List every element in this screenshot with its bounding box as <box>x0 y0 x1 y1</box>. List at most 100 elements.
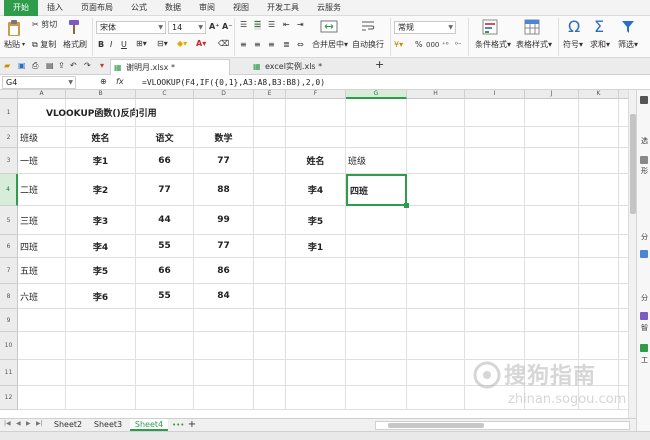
cell-e6[interactable] <box>254 235 286 258</box>
cell-b4[interactable]: 李2 <box>66 174 136 206</box>
cell-d5[interactable]: 99 <box>194 206 254 235</box>
sheet-tab-sheet4[interactable]: Sheet4 <box>130 419 168 431</box>
cell-b5[interactable]: 李3 <box>66 206 136 235</box>
merge-style-icon[interactable]: ⊟▾ <box>157 39 168 49</box>
font-color-icon[interactable]: A▾ <box>196 39 206 49</box>
row-header-3[interactable]: 3 <box>0 148 18 174</box>
cell-i9[interactable] <box>465 309 525 332</box>
export-icon[interactable]: ⇪ <box>58 61 65 71</box>
cell-f1[interactable] <box>286 99 346 127</box>
fx-button[interactable]: fx <box>116 77 124 87</box>
column-header-a[interactable]: A <box>18 90 66 99</box>
first-sheet-icon[interactable]: |◀ <box>4 420 11 427</box>
cell-i10[interactable] <box>465 332 525 360</box>
menu-tab-formulas[interactable]: 公式 <box>122 0 156 16</box>
more-sheets-icon[interactable]: ••• <box>172 419 184 431</box>
side-item-select[interactable]: 选 <box>638 136 650 146</box>
cell-l8[interactable] <box>619 284 628 309</box>
cell-k1[interactable] <box>579 99 619 127</box>
cell-c12[interactable] <box>136 386 194 410</box>
cell-l5[interactable] <box>619 206 628 235</box>
cell-h11[interactable] <box>407 360 465 386</box>
cell-b12[interactable] <box>66 386 136 410</box>
cell-e12[interactable] <box>254 386 286 410</box>
cut-button[interactable]: ✂ 剪切 <box>32 20 57 30</box>
menu-tab-insert[interactable]: 插入 <box>38 0 72 16</box>
formula-input[interactable]: =VLOOKUP(F4,IF({0,1},A3:A8,B3:B8),2,0) <box>142 76 325 89</box>
cell-i2[interactable] <box>465 127 525 148</box>
cell-l1[interactable] <box>619 99 628 127</box>
new-tab-button[interactable]: + <box>375 59 384 70</box>
column-header-b[interactable]: B <box>66 90 136 99</box>
format-painter-button[interactable]: 格式刷 <box>63 40 87 50</box>
cell-a8[interactable]: 六班 <box>18 284 66 309</box>
number-format-select[interactable]: 常规 ▼ <box>394 21 456 34</box>
cell-k12[interactable] <box>579 386 619 410</box>
cell-f6[interactable]: 李1 <box>286 235 346 258</box>
cell-e2[interactable] <box>254 127 286 148</box>
column-header-g[interactable]: G <box>346 90 407 99</box>
cell-d3[interactable]: 77 <box>194 148 254 174</box>
symbol-button[interactable]: 符号▾ <box>563 40 583 50</box>
doc-tab[interactable]: ▦ excel实例.xls * <box>250 59 370 75</box>
borders-icon[interactable]: ⊞▾ <box>136 39 147 49</box>
cell-h7[interactable] <box>407 258 465 284</box>
cell-i3[interactable] <box>465 148 525 174</box>
align-left-icon[interactable]: ≡ <box>240 40 247 50</box>
cell-g5[interactable] <box>346 206 407 235</box>
conditional-format-icon[interactable] <box>482 19 498 35</box>
cell-b7[interactable]: 李5 <box>66 258 136 284</box>
cell-h10[interactable] <box>407 332 465 360</box>
cell-g2[interactable] <box>346 127 407 148</box>
select-all-corner[interactable] <box>0 90 18 99</box>
row-header-4[interactable]: 4 <box>0 174 18 206</box>
copy-button[interactable]: ⧉ 复制 <box>32 40 56 50</box>
sum-button[interactable]: 求和▾ <box>590 40 610 50</box>
cell-g1[interactable] <box>346 99 407 127</box>
cell-c4[interactable]: 77 <box>136 174 194 206</box>
save-icon[interactable]: ▣ <box>18 61 26 71</box>
column-header-h[interactable]: H <box>407 90 465 99</box>
cell-j4[interactable] <box>525 174 579 206</box>
cell-a2[interactable]: 班级 <box>18 127 66 148</box>
cell-c8[interactable]: 55 <box>136 284 194 309</box>
shape-icon[interactable] <box>640 156 648 164</box>
indent-increase-icon[interactable]: ⇥ <box>297 20 304 30</box>
cell-j7[interactable] <box>525 258 579 284</box>
row-header-6[interactable]: 6 <box>0 235 18 258</box>
cell-e3[interactable] <box>254 148 286 174</box>
cell-d11[interactable] <box>194 360 254 386</box>
align-middle-icon[interactable]: ☰ <box>254 20 262 30</box>
cell-k5[interactable] <box>579 206 619 235</box>
cell-i6[interactable] <box>465 235 525 258</box>
row-header-12[interactable]: 12 <box>0 386 18 410</box>
paste-dropdown-icon[interactable]: ▾ <box>22 40 25 50</box>
currency-icon[interactable]: ¥▾ <box>394 40 403 50</box>
cell-d10[interactable] <box>194 332 254 360</box>
decimal-increase-icon[interactable]: ⁺⁰ <box>442 40 449 50</box>
font-size-select[interactable]: 14 ▼ <box>168 21 206 34</box>
cell-g4[interactable]: 四班 <box>346 174 407 206</box>
cell-f11[interactable] <box>286 360 346 386</box>
cell-g7[interactable] <box>346 258 407 284</box>
sheet-tab-sheet2[interactable]: Sheet2 <box>50 419 86 431</box>
cell-j9[interactable] <box>525 309 579 332</box>
cell-k8[interactable] <box>579 284 619 309</box>
cell-d4[interactable]: 88 <box>194 174 254 206</box>
cell-i5[interactable] <box>465 206 525 235</box>
cell-b11[interactable] <box>66 360 136 386</box>
cell-f4[interactable]: 李4 <box>286 174 346 206</box>
cell-b8[interactable]: 李6 <box>66 284 136 309</box>
undo-icon[interactable]: ↶ <box>70 61 77 71</box>
analyze-icon[interactable] <box>640 250 648 258</box>
format-painter-icon[interactable] <box>67 19 81 35</box>
cell-a10[interactable] <box>18 332 66 360</box>
cell-j2[interactable] <box>525 127 579 148</box>
side-item-shape[interactable]: 形 <box>638 166 650 176</box>
cell-h4[interactable] <box>407 174 465 206</box>
cell-j11[interactable] <box>525 360 579 386</box>
cell-k7[interactable] <box>579 258 619 284</box>
redo-icon[interactable]: ↷ <box>84 61 91 71</box>
cell-f10[interactable] <box>286 332 346 360</box>
cell-e1[interactable] <box>254 99 286 127</box>
